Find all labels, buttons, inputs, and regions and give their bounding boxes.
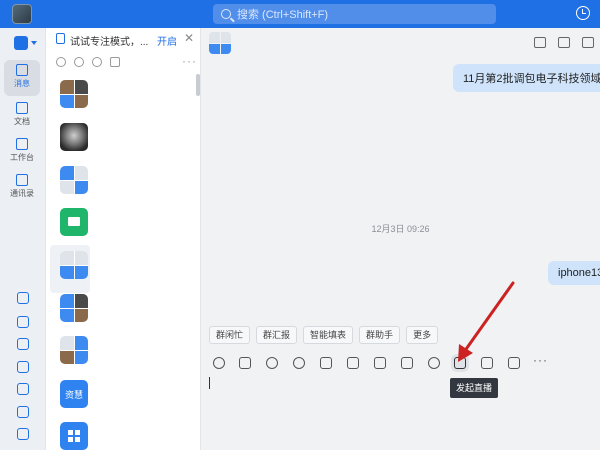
docs-icon[interactable]: [17, 428, 29, 440]
focus-mode-open-link[interactable]: 开启: [157, 33, 177, 48]
search-placeholder: 搜索 (Ctrl+Shift+F): [237, 9, 329, 21]
left-nav-rail: 消息 文档 工作台 通讯录: [0, 28, 46, 450]
workbench-icon: [16, 138, 28, 150]
conversation-avatar[interactable]: [60, 80, 88, 108]
star-filter-icon[interactable]: [74, 57, 84, 67]
search-icon: [221, 9, 231, 19]
nav-documents[interactable]: 文档: [4, 98, 40, 134]
nav-workbench[interactable]: 工作台: [4, 134, 40, 170]
arrow-head: [458, 344, 473, 362]
history-icon[interactable]: [576, 6, 590, 20]
nav-messages-label: 消息: [14, 79, 30, 88]
arrow-shaft: [462, 281, 515, 354]
nav-contacts-label: 通讯录: [10, 189, 34, 198]
filter-more-button[interactable]: ···: [182, 54, 197, 68]
todo-icon[interactable]: [17, 338, 29, 350]
message-icon: [16, 64, 28, 76]
chat-panel: 11月第2批调包电子科技领域的调 12月3日 09:26 iphone13 群闲…: [201, 28, 600, 450]
mention-filter-icon[interactable]: [56, 57, 66, 67]
doc-filter-icon[interactable]: [110, 57, 120, 67]
app-switcher-icon[interactable]: [14, 36, 37, 50]
filter-row: ···: [46, 54, 201, 72]
recent-filter-icon[interactable]: [92, 57, 102, 67]
focus-mode-banner: 试试专注模式，... 开启 ✕: [46, 28, 201, 52]
cloud-icon[interactable]: [17, 292, 29, 304]
user-avatar[interactable]: [12, 4, 32, 24]
document-icon: [16, 102, 28, 114]
nav-contacts[interactable]: 通讯录: [4, 170, 40, 206]
avatar-text: 资慧: [64, 389, 83, 400]
conversation-avatar[interactable]: [60, 166, 88, 194]
focus-mode-text: 试试专注模式，...: [70, 37, 149, 48]
phone-icon[interactable]: [17, 406, 29, 418]
conversation-avatar[interactable]: [60, 336, 88, 364]
calendar-icon[interactable]: [17, 316, 29, 328]
conversation-avatar[interactable]: [60, 123, 88, 151]
conversation-avatar[interactable]: 资慧: [60, 380, 88, 408]
nav-workbench-label: 工作台: [10, 153, 34, 162]
conversation-avatar[interactable]: [60, 251, 88, 279]
conversation-list: 试试专注模式，... 开启 ✕ ··· 资慧: [46, 28, 201, 450]
app-conversation-avatar[interactable]: [60, 422, 88, 450]
focus-icon: [56, 33, 65, 44]
list-scrollbar[interactable]: [196, 74, 200, 96]
flash-icon[interactable]: [17, 361, 29, 373]
title-bar: 搜索 (Ctrl+Shift+F): [0, 0, 600, 28]
nav-messages[interactable]: 消息: [4, 60, 40, 96]
close-banner-button[interactable]: ✕: [184, 31, 194, 45]
contacts-icon: [16, 174, 28, 186]
annotation-arrow: [458, 281, 515, 362]
search-input[interactable]: 搜索 (Ctrl+Shift+F): [213, 4, 496, 24]
nav-documents-label: 文档: [14, 117, 30, 126]
folder-conversation-avatar[interactable]: [60, 208, 88, 236]
mail-icon[interactable]: [17, 383, 29, 395]
conversation-avatar[interactable]: [60, 294, 88, 322]
